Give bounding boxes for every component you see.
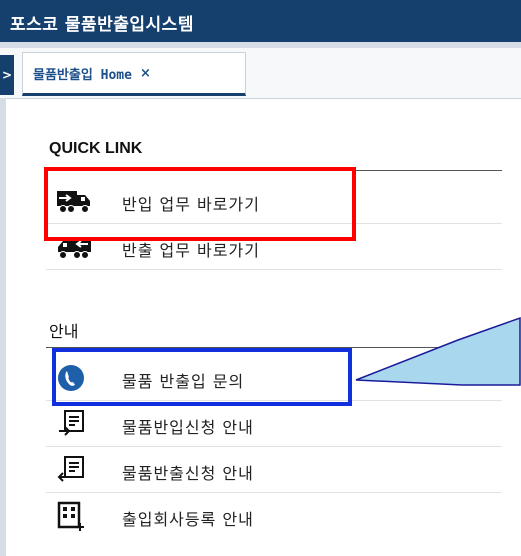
callout-pointer <box>355 316 521 386</box>
